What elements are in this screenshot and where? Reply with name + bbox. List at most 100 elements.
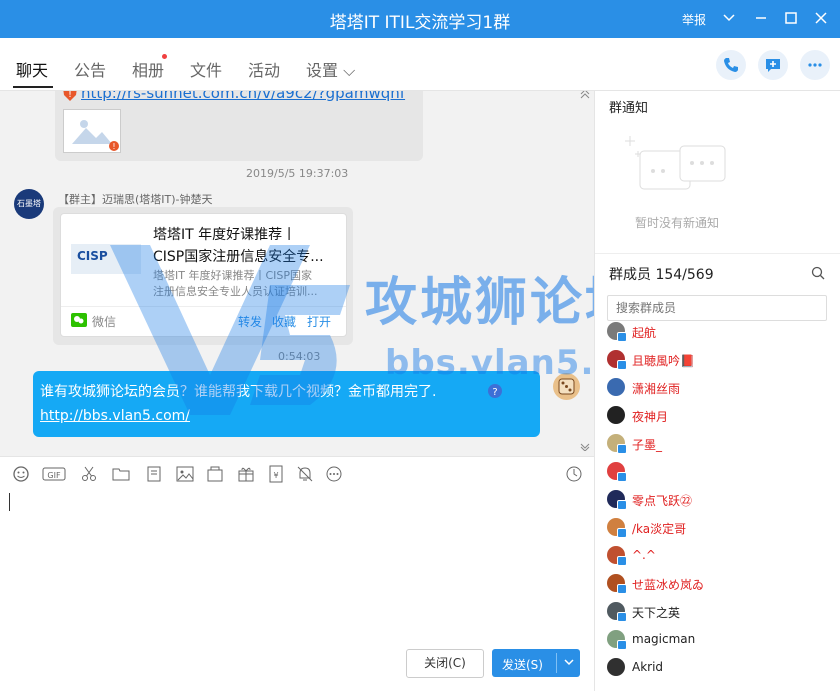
member-row[interactable]: /ka淡定哥: [607, 515, 837, 541]
member-badge-icon: [617, 556, 627, 566]
my-avatar[interactable]: [553, 373, 580, 400]
member-row[interactable]: 且聴風吟📕: [607, 347, 837, 373]
message-timestamp-2: 0:54:03: [278, 350, 321, 363]
red-packet-icon[interactable]: ¥: [267, 465, 285, 483]
member-badge-icon: [617, 472, 627, 482]
member-row[interactable]: [607, 459, 837, 485]
tab-files[interactable]: 文件: [190, 57, 222, 81]
photo-album-icon[interactable]: [206, 465, 224, 483]
screenshot-icon[interactable]: [145, 465, 163, 483]
group-sidebar: 群通知 暂时没有新通知 群成员 154/569 起航且聴風吟📕 潇湘丝雨夜神月子墨…: [594, 91, 840, 691]
member-badge-icon: [617, 360, 627, 370]
member-row[interactable]: 零点飞跃㉒: [607, 487, 837, 513]
member-row[interactable]: せ蓝冰め岚ゐ: [607, 571, 837, 597]
bell-mute-icon[interactable]: [296, 465, 314, 483]
card-source: 微信: [92, 315, 117, 329]
add-chat-button[interactable]: [758, 50, 788, 80]
phone-icon: [724, 58, 738, 72]
member-row[interactable]: magicman: [607, 627, 837, 653]
member-row[interactable]: 潇湘丝雨: [607, 375, 837, 401]
open-link[interactable]: 打开: [307, 313, 331, 330]
member-avatar: [607, 658, 625, 676]
member-search[interactable]: [607, 295, 827, 321]
svg-text:!: !: [68, 91, 72, 100]
close-button[interactable]: 关闭(C): [406, 649, 484, 678]
share-card[interactable]: CISP 塔塔IT 年度好课推荐丨 CISP国家注册信息安全专... 塔塔IT …: [60, 213, 347, 337]
search-icon[interactable]: [811, 266, 825, 280]
send-options-chevron-icon[interactable]: [562, 655, 576, 669]
warning-shield-icon: !: [63, 91, 77, 101]
member-name: 零点飞跃㉒: [632, 494, 693, 508]
tab-announcement[interactable]: 公告: [74, 57, 106, 81]
folder-icon[interactable]: [112, 465, 130, 483]
member-row[interactable]: 子墨_: [607, 431, 837, 457]
member-name: 子墨_: [632, 438, 663, 452]
card-title-line2: CISP国家注册信息安全专...: [153, 249, 324, 265]
message-input[interactable]: 关闭(C) 发送(S): [0, 490, 594, 691]
sender-name[interactable]: 【群主】迈瑞思(塔塔IT)-钟楚天: [58, 191, 213, 207]
svg-text:GIF: GIF: [47, 471, 61, 480]
member-row[interactable]: 天下之英: [607, 599, 837, 625]
member-badge-icon: [617, 584, 627, 594]
more-button[interactable]: [800, 50, 830, 80]
member-name: magicman: [632, 632, 696, 646]
emoji-icon[interactable]: [12, 465, 30, 483]
card-divider: [61, 306, 346, 307]
message-link-2[interactable]: http://bbs.vlan5.com/: [40, 408, 190, 424]
gif-icon[interactable]: GIF: [42, 465, 66, 483]
member-name: 天下之英: [632, 606, 681, 620]
avatar[interactable]: 石墨塔: [14, 189, 44, 219]
card-title-line1: 塔塔IT 年度好课推荐丨: [153, 227, 297, 243]
member-row[interactable]: 夜神月: [607, 403, 837, 429]
member-name: Akrid: [632, 660, 664, 674]
image-thumbnail[interactable]: !: [63, 109, 121, 153]
members-title: 群成员 154/569: [609, 267, 714, 283]
message-bubble: ! http://rs-sunnet.com.cn/v/a9c2/?gpamwq…: [55, 91, 423, 161]
minimize-icon[interactable]: [752, 9, 770, 27]
empty-notice-text: 暂时没有新通知: [635, 216, 720, 230]
member-row[interactable]: 起航: [607, 319, 837, 345]
notice-title: 群通知: [609, 101, 649, 116]
more-dots-icon: [808, 63, 822, 67]
phone-call-button[interactable]: [716, 50, 746, 80]
member-name: せ蓝冰め岚ゐ: [632, 578, 705, 592]
tab-activity[interactable]: 活动: [248, 57, 280, 81]
maximize-icon[interactable]: [782, 9, 800, 27]
message-timestamp: 2019/5/5 19:37:03: [246, 167, 349, 180]
scroll-down-icon[interactable]: [580, 443, 590, 451]
member-row[interactable]: Akrid: [607, 655, 837, 681]
send-divider: [556, 653, 557, 673]
image-icon[interactable]: [176, 465, 194, 483]
gift-icon[interactable]: [237, 465, 255, 483]
tab-album[interactable]: 相册: [132, 57, 164, 81]
tab-chat[interactable]: 聊天: [16, 57, 48, 81]
my-message-bubble: 谁有攻城狮论坛的会员？谁能帮我下载几个视频？金币都用完了. ? http://b…: [33, 371, 540, 437]
history-clock-icon[interactable]: [565, 465, 583, 483]
message-text: 谁有攻城狮论坛的会员？谁能帮我下载几个视频？金币都用完了.: [40, 384, 437, 400]
member-name: 且聴風吟📕: [632, 354, 695, 368]
member-badge-icon: [617, 444, 627, 454]
card-thumbnail: CISP: [71, 244, 141, 274]
member-search-input[interactable]: [614, 300, 818, 316]
forward-link[interactable]: 转发: [238, 313, 262, 330]
chevron-down-icon[interactable]: [720, 9, 738, 27]
svg-text:!: !: [112, 142, 115, 151]
scissors-icon[interactable]: [80, 465, 98, 483]
question-emoji-icon: ?: [488, 384, 502, 398]
member-badge-icon: [617, 332, 627, 342]
member-badge-icon: [617, 528, 627, 538]
favorite-link[interactable]: 收藏: [272, 313, 296, 330]
send-button[interactable]: 发送(S): [492, 649, 580, 677]
message-link[interactable]: http://rs-sunnet.com.cn/v/a9c2/?gpamwqnf: [81, 91, 405, 102]
svg-text:?: ?: [492, 387, 497, 398]
tab-settings[interactable]: 设置 ⌵: [306, 57, 355, 81]
text-cursor: [9, 493, 10, 511]
member-name: 潇湘丝雨: [632, 382, 681, 396]
member-row[interactable]: ^.^: [607, 543, 837, 569]
collapse-up-icon[interactable]: [580, 91, 590, 99]
chat-history[interactable]: ! http://rs-sunnet.com.cn/v/a9c2/?gpamwq…: [0, 91, 594, 456]
report-link[interactable]: 举报: [682, 11, 706, 28]
close-icon[interactable]: [812, 9, 830, 27]
member-badge-icon: [617, 612, 627, 622]
more-tools-icon[interactable]: [325, 465, 343, 483]
